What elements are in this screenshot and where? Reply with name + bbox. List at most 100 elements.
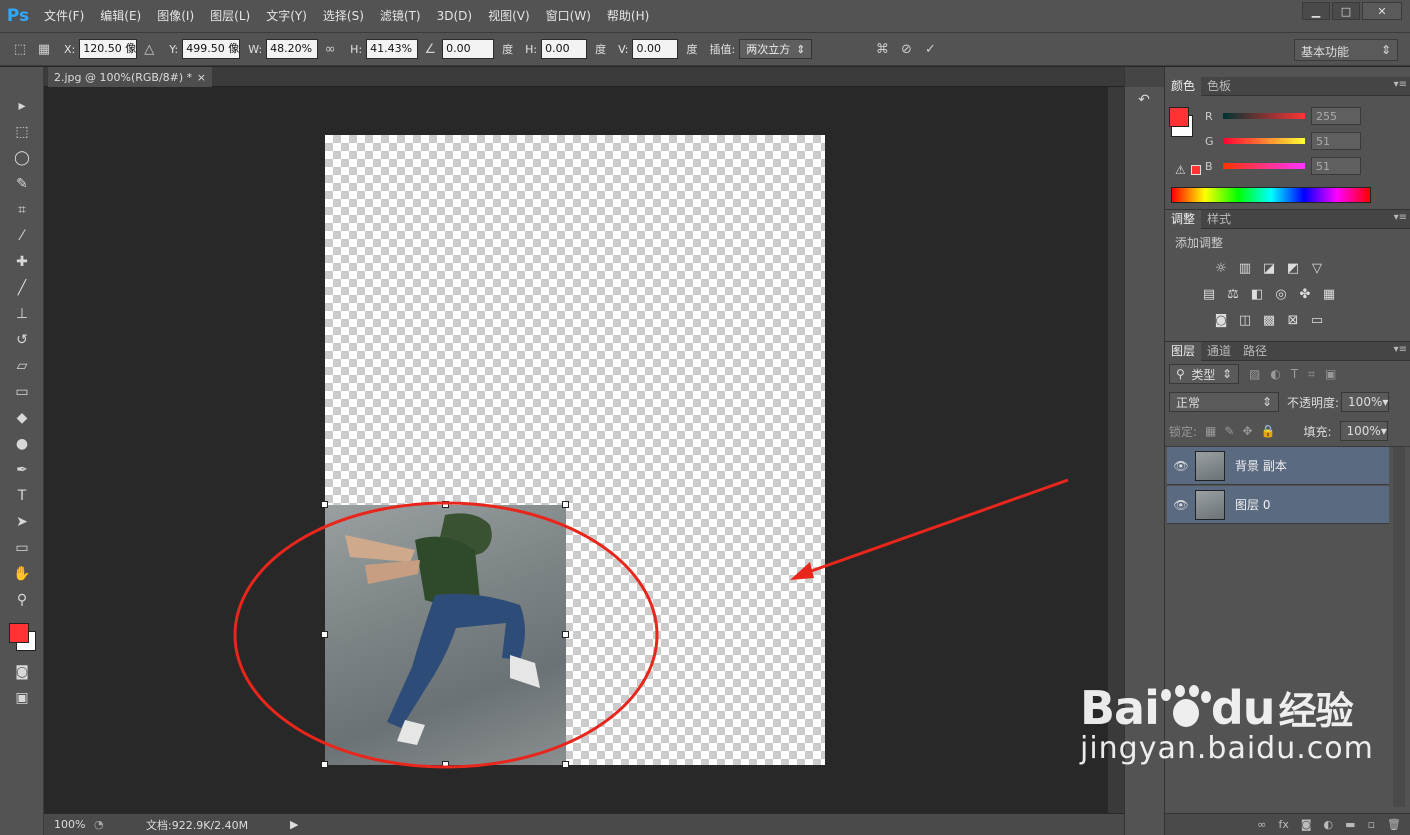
color-lookup-icon[interactable]: ▦ [1319, 284, 1339, 304]
red-value-field[interactable]: 255 [1311, 107, 1361, 125]
panel-menu-icon[interactable]: ▾≡ [1394, 212, 1407, 223]
red-slider-row: R 255 [1205, 107, 1361, 125]
green-label: G [1205, 134, 1214, 148]
channel-mixer-icon[interactable]: ✤ [1295, 284, 1315, 304]
history-panel-icon[interactable]: ↶ [1125, 87, 1163, 113]
blue-slider[interactable] [1223, 163, 1305, 169]
layer-name[interactable]: 背景 副本 [1235, 457, 1287, 474]
adjustment-row-1: ☼ ▥ ◪ ◩ ▽ [1211, 258, 1327, 278]
vibrance-icon[interactable]: ▽ [1307, 258, 1327, 278]
annotation-arrow-line [799, 478, 1069, 577]
filter-type-icon[interactable]: T [1291, 367, 1298, 381]
watermark-brand: Bai [1080, 680, 1160, 735]
eye-icon[interactable]: 👁 [1167, 498, 1195, 512]
adjustments-panel: 调整 样式 ▾≡ 添加调整 ☼ ▥ ◪ ◩ ▽ ▤ ⚖ ◧ ◎ ✤ ▦ ◙ ◫ … [1165, 209, 1410, 337]
opacity-label: 不透明度: [1287, 395, 1340, 410]
new-layer-icon[interactable]: ▫ [1368, 818, 1375, 831]
lock-position-icon[interactable]: ✥ [1242, 424, 1252, 438]
opacity-value: 100% [1348, 395, 1383, 409]
brightness-icon[interactable]: ☼ [1211, 258, 1231, 278]
watermark-brand2: du [1210, 680, 1276, 735]
exposure-icon[interactable]: ◩ [1283, 258, 1303, 278]
layer-row[interactable]: 👁 图层 0 [1167, 486, 1389, 524]
fill-field[interactable]: 100% ▾ [1339, 421, 1388, 441]
tab-adjustments[interactable]: 调整 [1165, 209, 1202, 229]
layer-filter-value: 类型 [1191, 367, 1216, 382]
chevron-down-icon: ▾ [1380, 424, 1387, 438]
layer-filter-select[interactable]: ⚲ 类型 ⇕ [1169, 364, 1239, 384]
updown-icon: ⇕ [1221, 367, 1232, 381]
color-spectrum-bar[interactable] [1171, 187, 1371, 203]
lock-transparency-icon[interactable]: ▦ [1205, 424, 1216, 438]
filter-pixel-icon[interactable]: ▨ [1249, 367, 1260, 381]
blend-mode-value: 正常 [1176, 395, 1201, 410]
threshold-icon[interactable]: ▩ [1259, 310, 1279, 330]
new-group-icon[interactable]: ▬ [1345, 818, 1355, 831]
layer-thumbnail [1195, 450, 1225, 481]
green-value-field[interactable]: 51 [1311, 132, 1361, 150]
annotation-ellipse-photo [233, 501, 659, 769]
fill-value: 100% [1346, 424, 1381, 438]
add-adjustment-title: 添加调整 [1175, 236, 1224, 250]
search-icon: ⚲ [1176, 367, 1185, 381]
color-panel-tabs: 颜色 色板 ▾≡ [1165, 76, 1410, 96]
panel-menu-icon[interactable]: ▾≡ [1394, 79, 1407, 90]
adjustments-panel-tabs: 调整 样式 ▾≡ [1165, 209, 1410, 229]
delete-layer-icon[interactable]: 🗑 [1387, 818, 1401, 831]
layer-name[interactable]: 图层 0 [1235, 496, 1270, 513]
gamut-warning-icon[interactable]: ⚠ [1175, 163, 1186, 177]
layer-row[interactable]: 👁 背景 副本 [1167, 447, 1389, 485]
green-slider-row: G 51 [1205, 132, 1361, 150]
black-white-icon[interactable]: ◧ [1247, 284, 1267, 304]
lock-label: 锁定: [1169, 424, 1198, 439]
paw-icon [1159, 684, 1211, 731]
chevron-down-icon: ▾ [1382, 395, 1389, 409]
invert-icon[interactable]: ◙ [1211, 310, 1231, 330]
red-slider[interactable] [1223, 113, 1305, 119]
blue-value-field[interactable]: 51 [1311, 157, 1361, 175]
filter-smart-object-icon[interactable]: ▣ [1325, 367, 1336, 381]
watermark-url: jingyan.baidu.com [1080, 731, 1374, 766]
tab-styles[interactable]: 样式 [1201, 210, 1237, 229]
levels-icon[interactable]: ▥ [1235, 258, 1255, 278]
opacity-field[interactable]: 100% ▾ [1341, 392, 1390, 412]
tab-color[interactable]: 颜色 [1165, 76, 1202, 96]
link-layers-icon[interactable]: ∞ [1257, 818, 1266, 831]
layers-footer: ∞ fx ◙ ◐ ▬ ▫ 🗑 [1165, 813, 1410, 835]
layer-style-icon[interactable]: fx [1278, 818, 1288, 831]
lock-paint-icon[interactable]: ✎ [1224, 424, 1234, 438]
gradient-map-icon[interactable]: ▭ [1307, 310, 1327, 330]
layers-scrollbar[interactable] [1393, 447, 1405, 807]
posterize-icon[interactable]: ◫ [1235, 310, 1255, 330]
adjustment-row-3: ◙ ◫ ▩ ⊠ ▭ [1211, 310, 1327, 330]
adjustment-row-2: ▤ ⚖ ◧ ◎ ✤ ▦ [1199, 284, 1339, 304]
watermark-cn: 经验 [1278, 689, 1354, 733]
tab-channels[interactable]: 通道 [1201, 342, 1237, 361]
baidu-jingyan-watermark: Bai du 经验 jingyan.baidu.com [1080, 680, 1374, 767]
curves-icon[interactable]: ◪ [1259, 258, 1279, 278]
adjustment-layer-icon[interactable]: ◐ [1324, 818, 1334, 831]
fill-label: 填充: [1303, 424, 1332, 439]
green-slider[interactable] [1223, 138, 1305, 144]
tab-paths[interactable]: 路径 [1237, 342, 1273, 361]
lock-row: 锁定: ▦ ✎ ✥ 🔒 填充: 100% ▾ [1169, 421, 1388, 441]
layer-filter-row: ⚲ 类型 ⇕ ▨ ◐ T ⌗ ▣ [1169, 364, 1336, 384]
color-panel: 颜色 色板 ▾≡ ⚠ R 255 G 51 B 51 [1165, 76, 1410, 207]
layer-mask-icon[interactable]: ◙ [1301, 818, 1312, 831]
lock-all-icon[interactable]: 🔒 [1261, 424, 1276, 438]
panel-menu-icon[interactable]: ▾≡ [1394, 344, 1407, 355]
tab-swatches[interactable]: 色板 [1201, 77, 1237, 96]
selective-color-icon[interactable]: ⊠ [1283, 310, 1303, 330]
blend-row: 正常 ⇕ 不透明度: 100% ▾ [1169, 392, 1390, 412]
color-balance-icon[interactable]: ⚖ [1223, 284, 1243, 304]
tab-layers[interactable]: 图层 [1165, 341, 1202, 361]
blue-label: B [1205, 159, 1213, 173]
filter-shape-icon[interactable]: ⌗ [1308, 367, 1315, 382]
photo-filter-icon[interactable]: ◎ [1271, 284, 1291, 304]
foreground-color-swatch[interactable] [1169, 107, 1189, 127]
filter-adjustment-icon[interactable]: ◐ [1270, 367, 1280, 381]
blend-mode-select[interactable]: 正常 ⇕ [1169, 392, 1279, 412]
eye-icon[interactable]: 👁 [1167, 459, 1195, 473]
hue-saturation-icon[interactable]: ▤ [1199, 284, 1219, 304]
gamut-color-swatch[interactable] [1191, 165, 1201, 175]
